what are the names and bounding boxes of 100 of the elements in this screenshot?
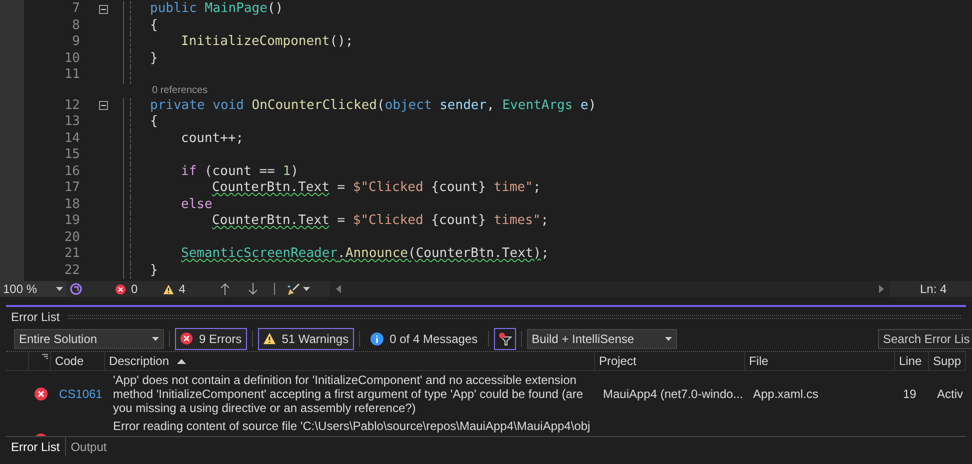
code-text: CounterBtn.Text [212,180,330,196]
line-number: 19 [64,213,80,230]
filter-button[interactable] [494,328,516,350]
code-text: $"Clicked [352,180,424,196]
line-number: 18 [64,196,80,213]
line-number: 19 [902,386,916,403]
column-header[interactable]: Line [898,352,922,370]
line-number: 20 [64,230,80,246]
error-icon [180,332,193,345]
line-number: 16 [64,164,80,180]
search-field[interactable]: Search Error Lis [878,328,972,348]
code-text: { [150,114,158,130]
warning-icon [262,332,276,345]
line-number: 9 [72,34,80,50]
code-text: } [150,50,158,67]
project-name: MauiApp4 (net7.0-windo... [602,386,744,403]
scroll-right-icon[interactable] [879,285,884,293]
code-text: {count} [431,180,486,196]
panel-title: Error List [11,308,60,326]
code-text: OnCounterClicked [252,98,377,114]
code-text: (CounterBtn.Text) [408,246,542,262]
code-text: ) [588,98,596,114]
line-number: 10 [64,50,80,67]
brush-icon [287,282,300,296]
line-position: Ln: 4 [920,281,948,298]
accessibility-icon[interactable] [70,283,82,295]
code-text: ; [541,246,549,262]
error-code[interactable]: CS1061 [58,385,102,403]
code-text: public [150,1,198,18]
caret-icon [152,336,159,340]
line-number: 21 [64,246,80,262]
line-number: 13 [64,114,80,130]
code-text: sender [440,98,487,114]
code-text: } [150,262,158,279]
line-number: 8 [72,18,80,34]
code-text: EventArgs [502,98,574,114]
column-header[interactable]: Project [598,352,636,370]
filter-icon [498,332,512,346]
code-text: else [181,196,212,213]
error-icon [34,387,48,401]
code-text: times" [492,213,541,230]
code-text: { [150,18,158,34]
scroll-left-icon[interactable] [336,285,342,293]
code-text: . [338,246,346,262]
cleanup-button[interactable] [287,282,310,296]
column-header[interactable]: File [748,352,768,370]
filter-toggle[interactable]: 51 Warnings [258,328,354,350]
code-text: = [336,180,346,196]
code-text: CounterBtn.Text [212,213,330,230]
code-text: (); [330,34,354,50]
code-text: object [384,98,433,114]
code-text: private void [150,98,245,114]
scope-dropdown[interactable]: Entire Solution [14,328,164,348]
code-text: ; [532,180,541,196]
code-text: if [181,164,198,180]
collapse-icon[interactable] [99,101,108,110]
column-header[interactable]: Supp [932,352,961,370]
column-header[interactable]: Code [54,352,84,370]
warning-icon [162,284,174,294]
column-header[interactable]: Description [108,352,169,370]
code-text: ) [290,164,298,180]
caret-icon [664,336,672,340]
line-number: 12 [64,98,80,114]
error-description: 'App' does not contain a definition for 'InitializeComponent' and no accessible extension method 'InitializeComponent' accepting a first argument of type 'App' could be found (are you missing a using directive or an assembly reference?) [112,373,584,415]
code-text: e [580,98,588,114]
code-text: = [336,213,346,230]
codelens-text[interactable]: 0 references [150,84,208,98]
sort-icon[interactable] [42,354,48,360]
line-number: 15 [64,147,80,164]
code-text: ; [540,213,549,230]
info-icon [370,332,384,346]
code-text: () [267,1,284,18]
error-description: Error reading content of source file 'C:\Users\Pablo\source\repos\MauiApp4\MauiApp4\obj [113,419,590,433]
code-text: ( [376,98,385,114]
suppression-state: Activ [936,386,963,403]
up-arrow-icon[interactable] [220,283,230,295]
code-text: {count} [431,213,486,230]
line-number: 22 [64,262,80,279]
caret-icon [303,287,310,291]
line-number: 14 [64,130,80,147]
code-text: time" [492,180,533,196]
sort-ascending-icon[interactable] [177,358,186,364]
panel-tab[interactable]: Output [66,437,112,456]
code-text: SemanticScreenReader [181,246,338,262]
line-number: 7 [72,1,80,18]
code-text: count++; [181,130,244,147]
code-text: Announce [345,246,408,262]
down-arrow-icon[interactable] [248,283,258,295]
zoom-dropdown[interactable]: 100 % [0,281,66,297]
line-number: 11 [64,67,80,84]
file-name: App.xaml.cs [752,386,818,403]
collapse-icon[interactable] [99,4,108,14]
error-icon [115,284,126,294]
source-dropdown[interactable]: Build + IntelliSense [526,328,677,348]
code-text: InitializeComponent [181,34,330,50]
caret-icon [56,287,63,291]
filter-toggle[interactable]: 9 Errors [175,328,247,350]
code-text: , [486,98,496,114]
line-number: 17 [64,180,80,196]
filter-toggle[interactable]: 0 of 4 Messages [364,328,483,350]
